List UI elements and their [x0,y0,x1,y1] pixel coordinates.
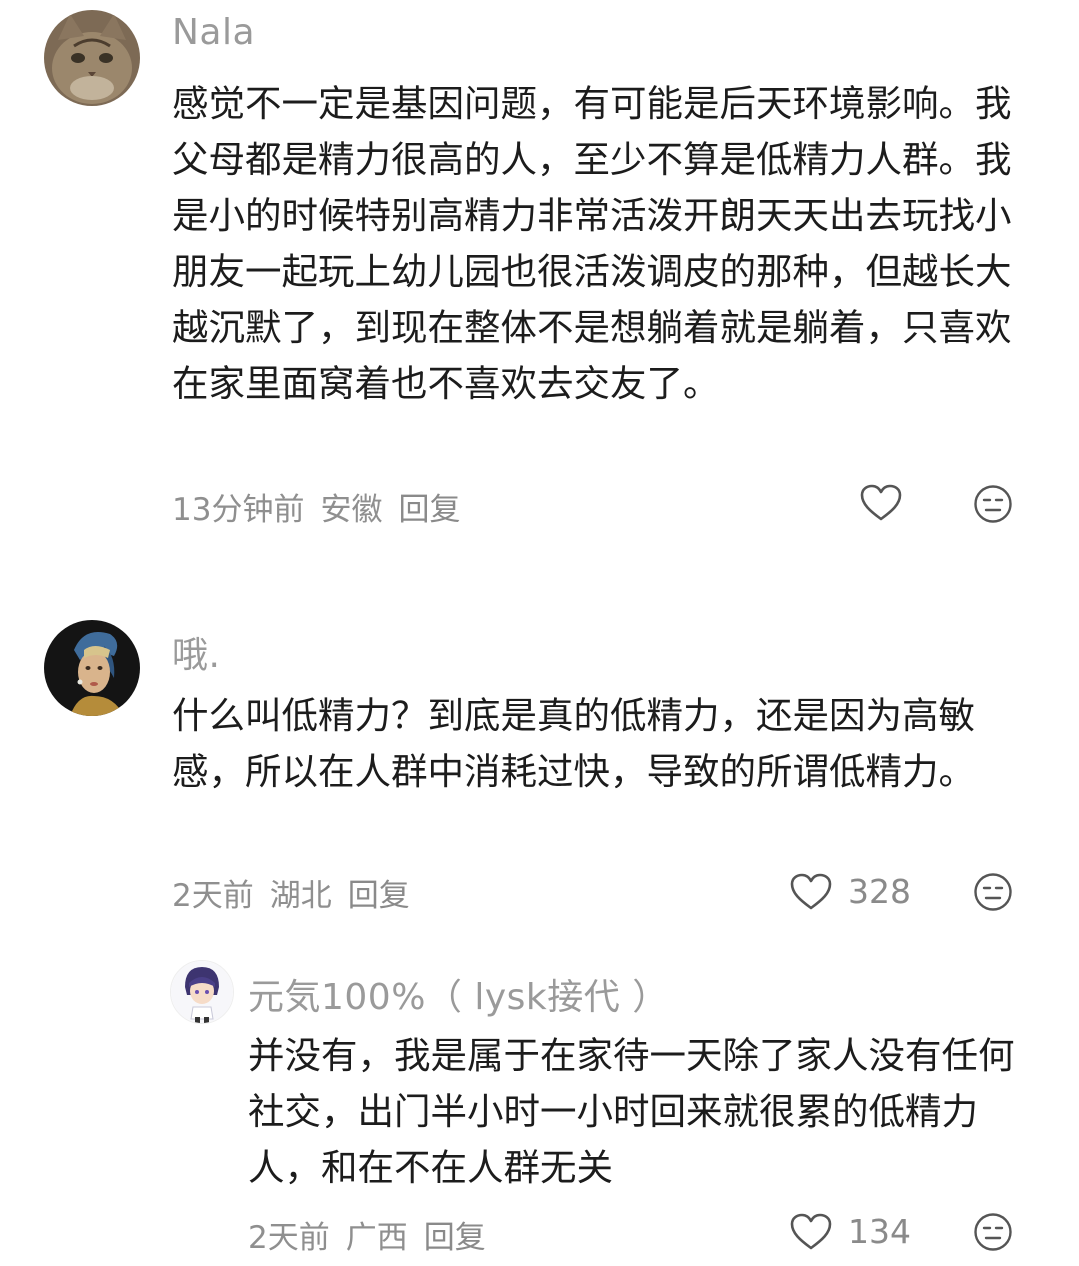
reply-button[interactable]: 回复 [348,878,410,914]
comment-time: 13分钟前 [172,492,305,528]
reply-button[interactable]: 回复 [398,492,460,528]
user-avatar[interactable] [44,10,140,106]
dislike-button[interactable] [973,1212,1013,1252]
comment-location: 湖北 [269,878,332,914]
dislike-button[interactable] [973,872,1013,912]
like-count: 328 [848,872,911,911]
comment-time: 2天前 [172,878,254,914]
reply-time: 2天前 [248,1220,330,1256]
unamused-face-icon [974,1213,1012,1251]
username[interactable]: Nala [172,12,255,53]
unamused-face-icon [974,873,1012,911]
comment-meta: 13分钟前 安徽 回复 [172,484,476,529]
comment-text: 什么叫低精力？到底是真的低精力，还是因为高敏感，所以在人群中消耗过快，导致的所谓… [172,694,975,793]
comment-meta: 2天前 湖北 回复 [172,870,426,915]
heart-icon [790,1213,832,1249]
like-count: 134 [848,1212,911,1251]
comment-item: 哦. 什么叫低精力？到底是真的低精力，还是因为高敏感，所以在人群中消耗过快，导致… [0,600,1079,940]
user-avatar[interactable] [170,960,234,1024]
reply-text: 并没有，我是属于在家待一天除了家人没有任何社交，出门半小时一小时回来就很累的低精… [248,1034,1015,1189]
cat-avatar-icon [44,10,140,106]
girl-with-pearl-earring-avatar-icon [44,620,140,716]
anime-boy-avatar-icon [171,961,233,1023]
unamused-face-icon [974,485,1012,523]
reply-location: 广西 [345,1220,408,1256]
dislike-button[interactable] [973,484,1013,524]
like-button[interactable] [860,484,902,522]
comment-text: 感觉不一定是基因问题，有可能是后天环境影响。我父母都是精力很高的人，至少不算是低… [172,82,1012,405]
comment-item: Nala 感觉不一定是基因问题，有可能是后天环境影响。我父母都是精力很高的人，至… [0,0,1079,560]
reply-button[interactable]: 回复 [424,1220,486,1256]
like-button[interactable]: 134 [790,1212,911,1251]
reply-meta: 2天前 广西 回复 [248,1212,502,1257]
reply-item: 元気100%（ lysk接代 ） 并没有，我是属于在家待一天除了家人没有任何社交… [0,958,1079,1258]
comment-location: 安徽 [320,492,383,528]
user-avatar[interactable] [44,620,140,716]
heart-icon [860,484,902,521]
username[interactable]: 哦. [172,626,220,678]
username[interactable]: 元気100%（ lysk接代 ） [248,968,669,1020]
heart-icon [790,873,832,909]
like-button[interactable]: 328 [790,872,911,911]
